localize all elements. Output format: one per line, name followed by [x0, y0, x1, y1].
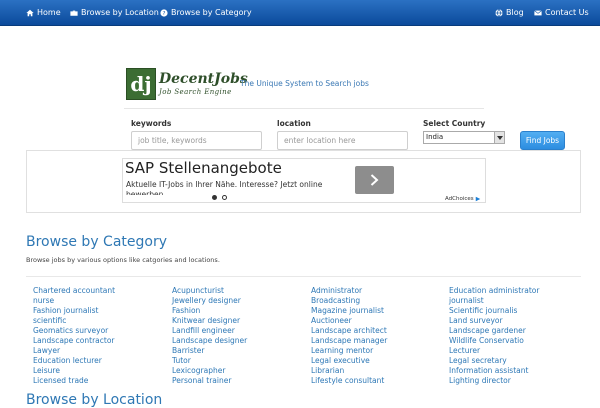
category-link[interactable]: Education lecturer	[33, 356, 115, 366]
chevron-right-icon	[370, 174, 379, 186]
adchoices-icon	[476, 196, 481, 201]
keywords-input[interactable]: job title, keywords	[131, 131, 262, 150]
category-link[interactable]: Jewellery designer	[172, 296, 247, 306]
category-link[interactable]: Personal trainer	[172, 376, 247, 386]
category-link[interactable]: Fashion journalist	[33, 306, 115, 316]
category-link[interactable]: Landscape designer	[172, 336, 247, 346]
logo-name: DecentJobs	[159, 71, 248, 87]
category-link[interactable]: Landscape manager	[311, 336, 387, 346]
category-link[interactable]: Learning mentor	[311, 346, 387, 356]
home-icon	[26, 9, 34, 17]
category-link[interactable]: Leisure	[33, 366, 115, 376]
nav-contact-link[interactable]: Contact Us	[534, 0, 589, 26]
logo-subtitle: Job Search Engine	[159, 88, 232, 96]
category-link[interactable]: Geomatics surveyor	[33, 326, 115, 336]
category-link[interactable]: Licensed trade	[33, 376, 115, 386]
ad-choices-link[interactable]: AdChoices	[445, 195, 485, 203]
category-link[interactable]: Legal secretary	[449, 356, 539, 366]
category-link[interactable]: Education administrator	[449, 286, 539, 296]
logo-mark: dj	[126, 68, 156, 100]
category-column-1: Chartered accountant nurse Fashion journ…	[33, 286, 115, 386]
header-divider	[124, 108, 484, 109]
ad-choices-label: AdChoices	[445, 196, 474, 202]
ad-description: Aktuelle IT-Jobs in Ihrer Nähe. Interess…	[126, 180, 323, 195]
category-link[interactable]: Landscape contractor	[33, 336, 115, 346]
section-divider	[26, 276, 581, 277]
category-link[interactable]: Land surveyor	[449, 316, 539, 326]
category-link[interactable]: Scientific journalis	[449, 306, 539, 316]
browse-location-title: Browse by Location	[26, 392, 163, 408]
svg-text:?: ?	[163, 11, 166, 17]
category-link[interactable]: Administrator	[311, 286, 387, 296]
country-selected-value: India	[426, 133, 444, 141]
category-link[interactable]: journalist	[449, 296, 539, 306]
category-column-4: Education administrator journalist Scien…	[449, 286, 539, 386]
nav-blog-link[interactable]: Blog	[495, 0, 524, 26]
globe-icon	[495, 9, 503, 17]
category-link[interactable]: Wildlife Conservatio	[449, 336, 539, 346]
keywords-label: keywords	[131, 119, 172, 128]
site-tagline: The Unique System to Search jobs	[240, 79, 369, 88]
category-column-2: Acupuncturist Jewellery designer Fashion…	[172, 286, 247, 386]
category-link[interactable]: Magazine journalist	[311, 306, 387, 316]
browse-category-title: Browse by Category	[26, 234, 167, 250]
category-link[interactable]: Landfill engineer	[172, 326, 247, 336]
category-link[interactable]: Chartered accountant	[33, 286, 115, 296]
category-link[interactable]: scientific	[33, 316, 115, 326]
category-link[interactable]: Lifestyle consultant	[311, 376, 387, 386]
location-label: location	[277, 119, 311, 128]
nav-browse-location-label: Browse by Location	[81, 8, 159, 17]
nav-browse-category-label: Browse by Category	[171, 8, 252, 17]
question-circle-icon: ?	[160, 9, 168, 17]
category-link[interactable]: Legal executive	[311, 356, 387, 366]
category-link[interactable]: Knitwear designer	[172, 316, 247, 326]
category-link[interactable]: Lighting director	[449, 376, 539, 386]
category-link[interactable]: Broadcasting	[311, 296, 387, 306]
site-logo[interactable]: dj DecentJobs Job Search Engine	[126, 68, 248, 100]
country-label: Select Country	[423, 119, 486, 128]
ad-pager-dot-active[interactable]	[212, 195, 217, 200]
find-jobs-button[interactable]: Find Jobs	[520, 131, 565, 150]
category-link[interactable]: Lexicographer	[172, 366, 247, 376]
nav-browse-category-link[interactable]: ? Browse by Category	[160, 0, 252, 26]
nav-home-link[interactable]: Home	[26, 0, 61, 26]
ad-next-button[interactable]	[355, 166, 394, 194]
briefcase-icon	[70, 10, 78, 16]
nav-contact-label: Contact Us	[545, 8, 589, 17]
country-select[interactable]: India	[423, 131, 505, 144]
category-link[interactable]: nurse	[33, 296, 115, 306]
category-link[interactable]: Fashion	[172, 306, 247, 316]
ad-title[interactable]: SAP Stellenangebote	[125, 159, 282, 177]
category-link[interactable]: Auctioneer	[311, 316, 387, 326]
nav-blog-label: Blog	[506, 8, 524, 17]
category-link[interactable]: Landscape gardener	[449, 326, 539, 336]
chevron-down-icon	[494, 132, 504, 143]
category-link[interactable]: Information assistant	[449, 366, 539, 376]
category-link[interactable]: Tutor	[172, 356, 247, 366]
category-link[interactable]: Barrister	[172, 346, 247, 356]
category-link[interactable]: Acupuncturist	[172, 286, 247, 296]
top-navbar: Home Browse by Location ? Browse by Cate…	[0, 0, 600, 26]
envelope-icon	[534, 10, 542, 16]
category-link[interactable]: Landscape architect	[311, 326, 387, 336]
nav-home-label: Home	[37, 8, 61, 17]
browse-category-description: Browse jobs by various options like catg…	[26, 256, 220, 264]
category-link[interactable]: Librarian	[311, 366, 387, 376]
category-link[interactable]: Lecturer	[449, 346, 539, 356]
category-column-3: Administrator Broadcasting Magazine jour…	[311, 286, 387, 386]
nav-browse-location-link[interactable]: Browse by Location	[70, 0, 159, 26]
category-link[interactable]: Lawyer	[33, 346, 115, 356]
ad-pager-dot[interactable]	[222, 195, 227, 200]
location-input[interactable]: enter location here	[277, 131, 408, 150]
